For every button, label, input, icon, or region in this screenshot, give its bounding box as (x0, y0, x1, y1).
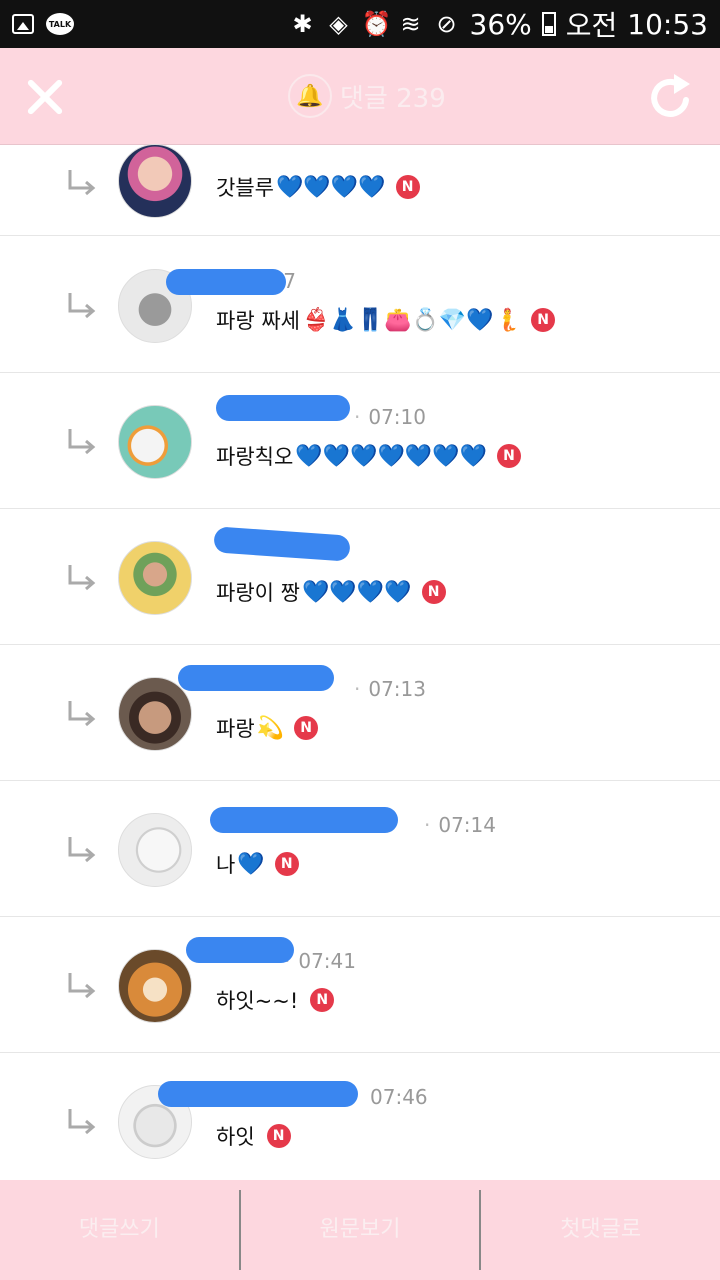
redacted-username (178, 665, 334, 691)
avatar[interactable] (118, 949, 192, 1023)
new-badge: N (294, 716, 319, 740)
reply-arrow-icon (68, 429, 96, 455)
comment-row[interactable]: ·07:41 하잇~~! N (0, 917, 720, 1053)
new-badge: N (310, 988, 335, 1012)
avatar[interactable] (118, 405, 192, 479)
status-bar: TALK ✱ ◈ ⏰ ≋ ⊘ 36% 오전 10:53 (0, 0, 720, 48)
comment-row[interactable]: ·07:07 파랑 짜세 👙👗👖👛💍💎💙🧜 N (0, 237, 720, 373)
refresh-icon[interactable] (648, 70, 696, 122)
comment-text: 갓블루 💙💙💙💙 N (216, 172, 420, 202)
comment-text: 파랑 💫 N (216, 713, 319, 743)
redacted-username (158, 1081, 358, 1107)
page-title: 댓글 239 (340, 83, 446, 114)
new-badge: N (266, 1124, 291, 1148)
avatar[interactable] (118, 541, 192, 615)
view-original-button[interactable]: 원문보기 (241, 1180, 480, 1280)
header-title-group: 🔔 댓글 239 (288, 72, 446, 120)
close-icon[interactable] (20, 72, 70, 122)
new-badge: N (274, 852, 299, 876)
comment-text: 파랑 짜세 👙👗👖👛💍💎💙🧜 N (216, 305, 556, 335)
gallery-icon (12, 14, 34, 34)
clock: 10:53 (627, 7, 708, 41)
first-comment-button[interactable]: 첫댓글로 (481, 1180, 720, 1280)
bell-icon[interactable]: 🔔 (288, 74, 332, 118)
mute-icon: ◈ (329, 10, 348, 38)
comment-meta: 07:46 (370, 1085, 428, 1109)
comment-meta: · 07:14 (424, 813, 496, 837)
reply-arrow-icon (68, 293, 96, 319)
redacted-username (213, 526, 351, 562)
comment-text: 하잇~~! N (216, 985, 335, 1015)
reply-arrow-icon (68, 1109, 96, 1135)
do-not-disturb-icon: ⊘ (436, 10, 457, 38)
comment-list[interactable]: 갓블루 💙💙💙💙 N ·07:07 파랑 짜세 👙👗👖👛💍💎💙🧜 N ·07:1… (0, 144, 720, 1180)
comment-meta: · 07:10 (354, 405, 426, 429)
redacted-username (186, 937, 294, 963)
kakaotalk-icon: TALK (46, 13, 74, 35)
bottom-action-bar: 댓글쓰기 원문보기 첫댓글로 (0, 1180, 720, 1280)
redacted-username (166, 269, 286, 295)
bluetooth-icon: ✱ (292, 10, 313, 38)
comment-text: 나 💙 N (216, 849, 299, 879)
comment-row[interactable]: 파랑이 짱 💙💙💙💙 N (0, 509, 720, 645)
new-badge: N (497, 444, 522, 468)
comments-header: 🔔 댓글 239 (0, 48, 720, 145)
comment-row[interactable]: · 07:10 파랑칙오 💙💙💙💙💙💙💙 N (0, 373, 720, 509)
reply-arrow-icon (68, 170, 96, 196)
comment-text: 하잇 N (216, 1121, 291, 1151)
reply-arrow-icon (68, 701, 96, 727)
avatar[interactable] (118, 813, 192, 887)
new-badge: N (421, 580, 446, 604)
comment-text: 파랑이 짱 💙💙💙💙 N (216, 577, 446, 607)
reply-arrow-icon (68, 837, 96, 863)
alarm-icon: ⏰ (361, 10, 392, 38)
comment-meta: · 07:13 (354, 677, 426, 701)
redacted-username (216, 395, 350, 421)
comment-row[interactable]: · 07:14 나 💙 N (0, 781, 720, 917)
ampm-label: 오전 (565, 9, 618, 42)
battery-percent: 36% (469, 7, 532, 41)
new-badge: N (531, 308, 556, 332)
comment-text: 파랑칙오 💙💙💙💙💙💙💙 N (216, 441, 522, 471)
comment-row[interactable]: 07:46 하잇 N (0, 1053, 720, 1180)
reply-arrow-icon (68, 565, 96, 591)
reply-arrow-icon (68, 973, 96, 999)
comment-row[interactable]: 갓블루 💙💙💙💙 N (0, 144, 720, 236)
write-comment-button[interactable]: 댓글쓰기 (0, 1180, 239, 1280)
avatar[interactable] (118, 144, 192, 218)
wifi-icon: ≋ (400, 10, 421, 38)
battery-icon (541, 12, 556, 36)
redacted-username (210, 807, 398, 833)
avatar[interactable] (118, 677, 192, 751)
comment-row[interactable]: · 07:13 파랑 💫 N (0, 645, 720, 781)
new-badge: N (395, 175, 420, 199)
